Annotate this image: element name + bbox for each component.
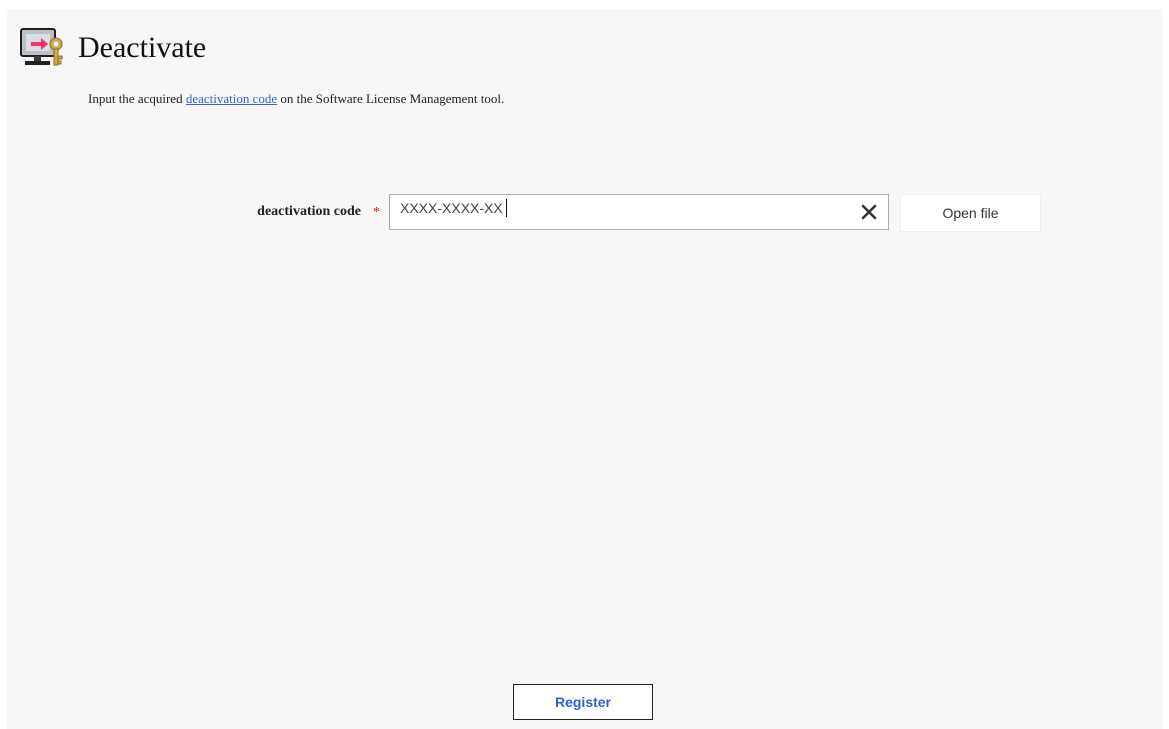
monitor-key-icon xyxy=(20,28,63,66)
deactivation-code-link[interactable]: deactivation code xyxy=(186,91,277,106)
text-cursor xyxy=(506,199,507,217)
register-button[interactable]: Register xyxy=(513,684,653,720)
instruction-suffix: on the Software License Management tool. xyxy=(277,91,505,106)
page-title: Deactivate xyxy=(78,31,207,64)
deactivation-code-row: deactivation code * Open file xyxy=(7,194,1163,232)
deactivation-code-field[interactable] xyxy=(389,194,889,230)
instruction-text: Input the acquired deactivation code on … xyxy=(88,90,504,108)
instruction-prefix: Input the acquired xyxy=(88,91,186,106)
close-icon[interactable] xyxy=(860,203,878,221)
deactivate-panel: Deactivate Input the acquired deactivati… xyxy=(7,9,1163,729)
page-header: Deactivate xyxy=(19,26,206,70)
deactivation-code-label: deactivation code xyxy=(257,204,361,219)
open-file-button[interactable]: Open file xyxy=(900,194,1041,232)
deactivation-code-input[interactable] xyxy=(400,195,840,221)
required-mark: * xyxy=(373,205,380,220)
